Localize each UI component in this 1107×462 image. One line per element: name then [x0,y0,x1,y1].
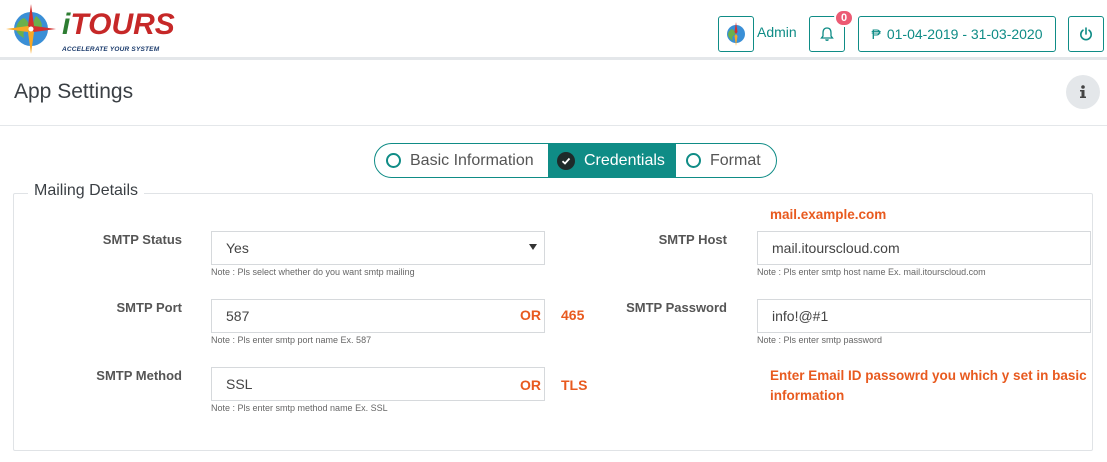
logo-text: TOURS [70,8,175,41]
power-icon [1080,27,1092,41]
smtp-host-note: Note : Pls enter smtp host name Ex. mail… [757,267,986,277]
smtp-host-value: mail.itourscloud.com [772,240,900,256]
caret-down-icon [529,244,537,250]
tab-label: Basic Information [410,151,534,169]
smtp-port-label: SMTP Port [116,300,183,315]
smtp-status-label: SMTP Status [102,232,182,247]
notification-count-badge: 0 [834,9,854,27]
smtp-method-field[interactable]: SSL [211,367,545,401]
smtp-port-value: 587 [226,308,250,324]
smtp-host-field[interactable]: mail.itourscloud.com [757,231,1091,265]
smtp-status-select[interactable]: Yes [211,231,545,265]
smtp-method-alt-value: TLS [561,377,588,393]
smtp-host-label: SMTP Host [658,232,727,247]
smtp-password-label: SMTP Password [626,300,727,315]
check-circle-icon [557,151,575,170]
date-range-label: 01-04-2019 - 31-03-2020 [886,26,1043,42]
divider [0,125,1107,126]
smtp-method-value: SSL [226,376,253,392]
tab-label: Format [710,151,761,169]
financial-year-button[interactable]: ₱ 01-04-2019 - 31-03-2020 [858,16,1056,52]
tab-credentials[interactable]: Credentials [548,144,676,177]
radio-unchecked-icon [686,153,701,168]
logo-wordmark: iTOURS [62,8,175,42]
user-globe-icon [727,22,745,46]
tab-format[interactable]: Format [676,144,776,177]
settings-tabs: Basic Information Credentials Format [374,143,777,178]
smtp-method-note: Note : Pls enter smtp method name Ex. SS… [211,403,388,413]
smtp-status-note: Note : Pls select whether do you want sm… [211,267,415,277]
tab-label: Credentials [584,151,665,169]
radio-unchecked-icon [386,153,401,168]
smtp-password-value: info!@#1 [772,308,829,324]
admin-label[interactable]: Admin [757,24,797,40]
smtp-method-label: SMTP Method [96,368,182,383]
mailing-details-legend: Mailing Details [28,182,145,200]
tab-basic-information[interactable]: Basic Information [375,144,548,177]
date-range-icon: ₱ [871,26,881,42]
compass-globe-icon [6,4,56,54]
smtp-password-note: Note : Pls enter smtp password [757,335,883,345]
smtp-port-field[interactable]: 587 [211,299,545,333]
smtp-host-hint: mail.example.com [770,207,887,222]
smtp-port-note: Note : Pls enter smtp port name Ex. 587 [211,335,372,345]
password-hint: Enter Email ID passowrd you which y set … [770,368,1087,403]
bell-icon [820,27,834,41]
itours-logo[interactable]: iTOURS ACCELERATE YOUR SYSTEM [4,2,175,56]
smtp-port-or-label: OR [520,307,541,323]
info-button[interactable] [1066,75,1100,109]
admin-avatar[interactable] [718,16,754,52]
smtp-status-value: Yes [226,240,249,256]
top-header: iTOURS ACCELERATE YOUR SYSTEM Admin 0 ₱ … [0,0,1107,60]
smtp-method-or-label: OR [520,377,541,393]
page-title: App Settings [14,80,134,103]
info-icon [1080,85,1086,98]
logout-button[interactable] [1068,16,1104,52]
smtp-password-field[interactable]: info!@#1 [757,299,1091,333]
logo-tagline: ACCELERATE YOUR SYSTEM [62,46,160,53]
